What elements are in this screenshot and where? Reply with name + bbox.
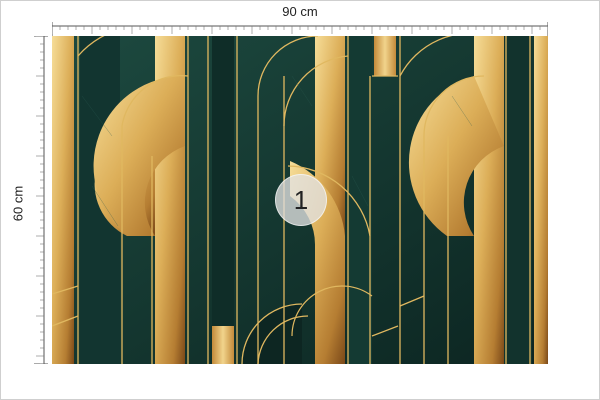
panel-number-text: 1 [293, 184, 309, 215]
vertical-ruler [34, 36, 48, 364]
panel-number-badge: 1 [275, 174, 327, 226]
width-dimension-label: 90 cm [282, 4, 318, 19]
horizontal-ruler [52, 22, 548, 36]
height-dimension-label: 60 cm [10, 185, 26, 222]
